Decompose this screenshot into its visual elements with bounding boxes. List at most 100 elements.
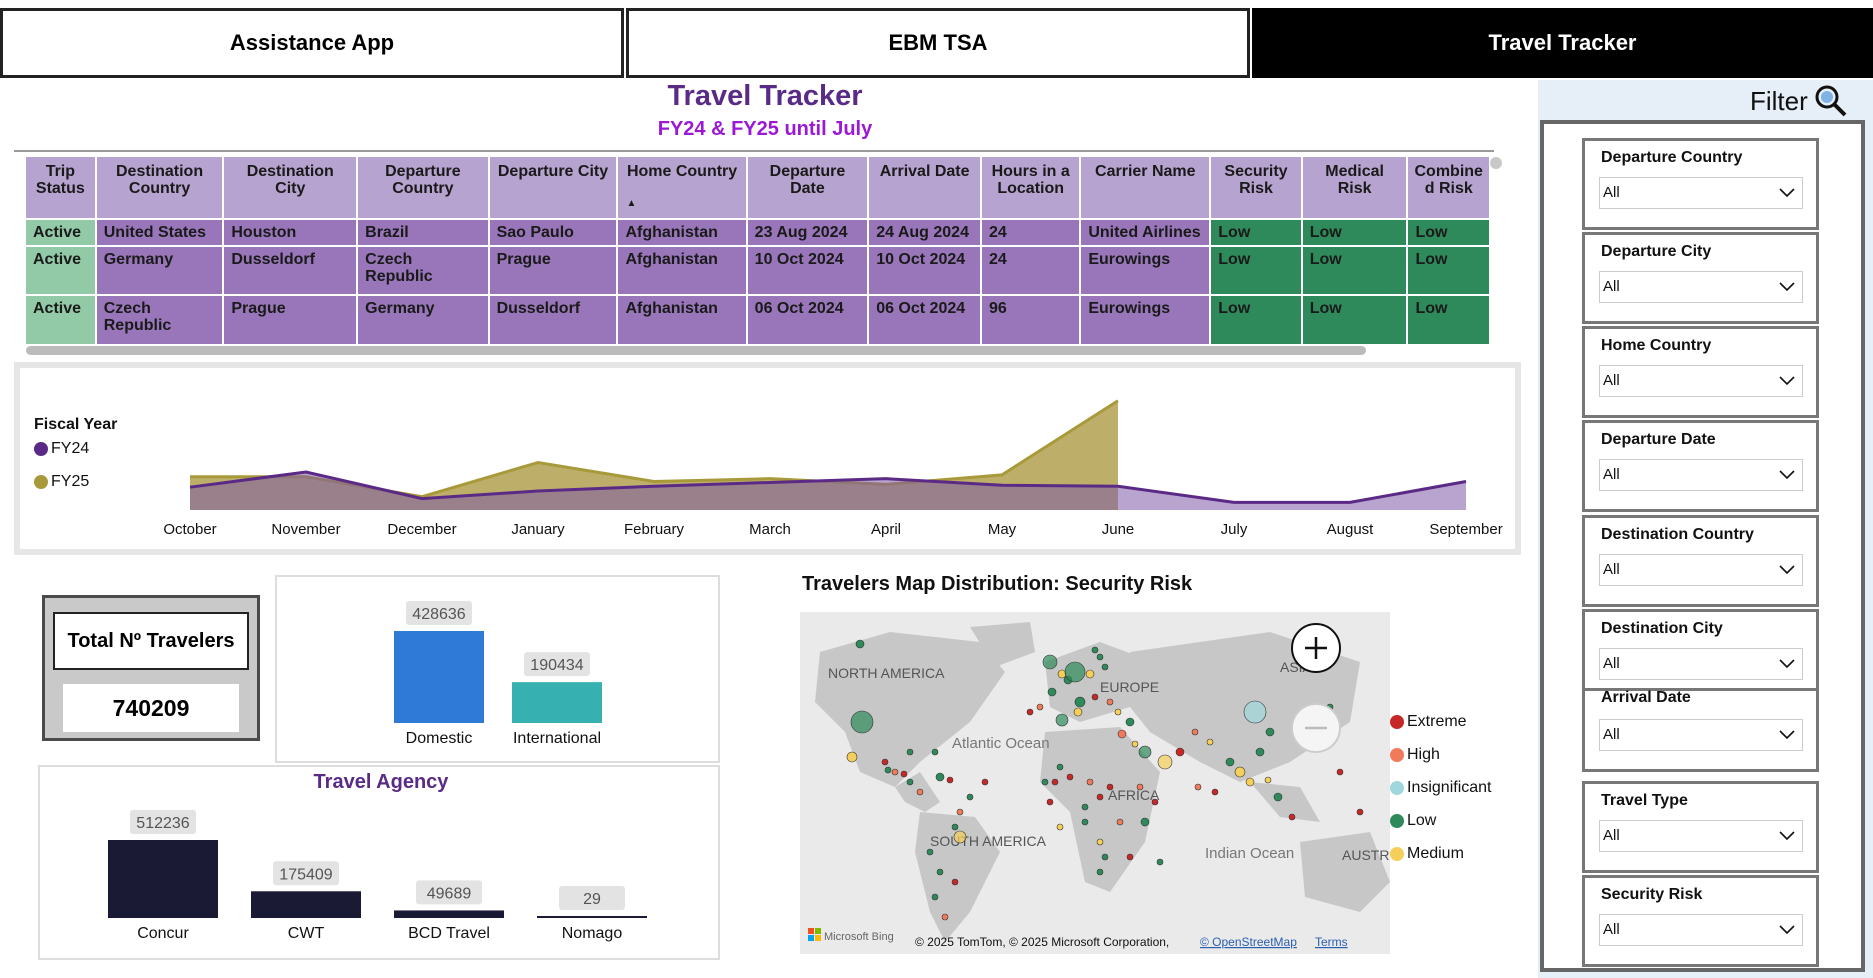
bar-cwt[interactable]: [251, 891, 361, 918]
table-row[interactable]: Active Germany Dusseldorf Czech Republic…: [26, 245, 1491, 295]
map-point[interactable]: [1206, 738, 1214, 746]
col-header-combined-risk[interactable]: Combine d Risk: [1407, 157, 1491, 219]
map-point[interactable]: [1194, 783, 1202, 791]
map-point[interactable]: [1234, 766, 1246, 778]
col-header-arrival-date[interactable]: Arrival Date: [868, 157, 983, 219]
map-point[interactable]: [900, 770, 908, 778]
map-point[interactable]: [941, 913, 949, 921]
map-point[interactable]: [1264, 776, 1272, 784]
map-point[interactable]: [956, 808, 964, 816]
map-point[interactable]: [1101, 853, 1109, 861]
legend-item-low[interactable]: Low: [1390, 804, 1492, 837]
zoom-in-button[interactable]: [1291, 623, 1341, 673]
map-point[interactable]: [884, 766, 892, 774]
openstreetmap-link[interactable]: © OpenStreetMap: [1200, 935, 1297, 949]
map-point[interactable]: [1073, 707, 1083, 717]
map-point[interactable]: [1336, 768, 1344, 776]
col-header-hours-in-location[interactable]: Hours in a Location: [981, 157, 1082, 219]
map-point[interactable]: [1356, 808, 1364, 816]
map-point[interactable]: [1273, 792, 1283, 802]
map-point[interactable]: [953, 830, 967, 844]
map-point[interactable]: [855, 639, 865, 649]
map-point[interactable]: [1106, 783, 1114, 791]
map-point[interactable]: [1096, 793, 1104, 801]
map-point[interactable]: [846, 751, 858, 763]
map-point[interactable]: [881, 758, 889, 766]
col-header-destination-country[interactable]: Destination Country: [95, 157, 225, 219]
map-point[interactable]: [1026, 708, 1034, 716]
legend-item-insignificant[interactable]: Insignificant: [1390, 771, 1492, 804]
map-point[interactable]: [1091, 693, 1099, 701]
table-horizontal-scrollbar[interactable]: [26, 346, 1366, 355]
slicer-dropdown[interactable]: All: [1599, 820, 1803, 852]
map-point[interactable]: [1042, 654, 1058, 670]
map-point[interactable]: [981, 778, 989, 786]
table-vertical-scrollbar[interactable]: [1490, 157, 1502, 169]
map-point[interactable]: [1125, 717, 1135, 727]
map-point[interactable]: [1041, 778, 1049, 786]
bar-domestic[interactable]: [394, 631, 484, 723]
col-header-security-risk[interactable]: Security Risk: [1210, 157, 1303, 219]
map-point[interactable]: [931, 893, 939, 901]
map-point[interactable]: [1106, 698, 1114, 706]
slicer-dropdown[interactable]: All: [1599, 459, 1803, 491]
map-point[interactable]: [1138, 745, 1152, 759]
map-point[interactable]: [1096, 868, 1104, 876]
map-point[interactable]: [935, 772, 945, 782]
map-point[interactable]: [891, 768, 899, 776]
map-point[interactable]: [1056, 823, 1064, 831]
col-header-carrier-name[interactable]: Carrier Name: [1080, 157, 1212, 219]
map-point[interactable]: [1091, 646, 1099, 654]
map-point[interactable]: [1136, 783, 1144, 791]
map-point[interactable]: [1225, 757, 1235, 767]
map-point[interactable]: [1175, 747, 1185, 757]
map-point[interactable]: [1085, 669, 1095, 679]
map-point[interactable]: [1243, 700, 1267, 724]
map-point[interactable]: [916, 788, 924, 796]
slicer-dropdown[interactable]: All: [1599, 914, 1803, 946]
legend-item-extreme[interactable]: Extreme: [1390, 705, 1492, 738]
col-header-departure-city[interactable]: Departure City: [488, 157, 619, 219]
map-point[interactable]: [1126, 853, 1134, 861]
map-point[interactable]: [1047, 687, 1057, 697]
tab-ebm-tsa[interactable]: EBM TSA: [626, 8, 1250, 78]
col-header-trip-status[interactable]: Trip Status: [26, 157, 97, 219]
map-point[interactable]: [926, 848, 934, 856]
col-header-destination-city[interactable]: Destination City: [223, 157, 359, 219]
map-point[interactable]: [1046, 798, 1054, 806]
slicer-dropdown[interactable]: All: [1599, 365, 1803, 397]
map-point[interactable]: [1114, 708, 1122, 716]
map-point[interactable]: [1056, 763, 1064, 771]
map-point[interactable]: [1191, 728, 1199, 736]
map-point[interactable]: [1255, 747, 1265, 757]
map-point[interactable]: [1157, 754, 1173, 770]
map-canvas[interactable]: NORTH AMERICA EUROPE ASIA Atlantic Ocean…: [800, 612, 1390, 954]
zoom-out-button[interactable]: [1291, 703, 1341, 753]
tab-travel-tracker[interactable]: Travel Tracker: [1252, 8, 1873, 78]
map-point[interactable]: [1036, 703, 1044, 711]
col-header-departure-date[interactable]: Departure Date: [746, 157, 870, 219]
terms-link[interactable]: Terms: [1315, 935, 1348, 949]
map-point[interactable]: [1156, 858, 1164, 866]
slicer-dropdown[interactable]: All: [1599, 719, 1803, 751]
map-point[interactable]: [1151, 798, 1159, 806]
map-point[interactable]: [1055, 713, 1069, 727]
map-point[interactable]: [931, 748, 939, 756]
map-point[interactable]: [1096, 838, 1104, 846]
map-point[interactable]: [1081, 818, 1089, 826]
map-point[interactable]: [1064, 661, 1086, 683]
slicer-dropdown[interactable]: All: [1599, 177, 1803, 209]
col-header-medical-risk[interactable]: Medical Risk: [1301, 157, 1409, 219]
map-point[interactable]: [1245, 777, 1255, 787]
travelers-map[interactable]: NORTH AMERICA EUROPE ASIA Atlantic Ocean…: [800, 612, 1390, 954]
legend-item-high[interactable]: High: [1390, 738, 1492, 771]
map-point[interactable]: [1051, 778, 1059, 786]
bar-international[interactable]: [512, 682, 602, 723]
tab-assistance-app[interactable]: Assistance App: [0, 8, 624, 78]
map-point[interactable]: [936, 868, 944, 876]
map-point[interactable]: [906, 748, 914, 756]
map-point[interactable]: [1101, 663, 1109, 671]
map-point[interactable]: [1265, 727, 1275, 737]
map-point[interactable]: [951, 823, 959, 831]
map-point[interactable]: [1096, 653, 1104, 661]
